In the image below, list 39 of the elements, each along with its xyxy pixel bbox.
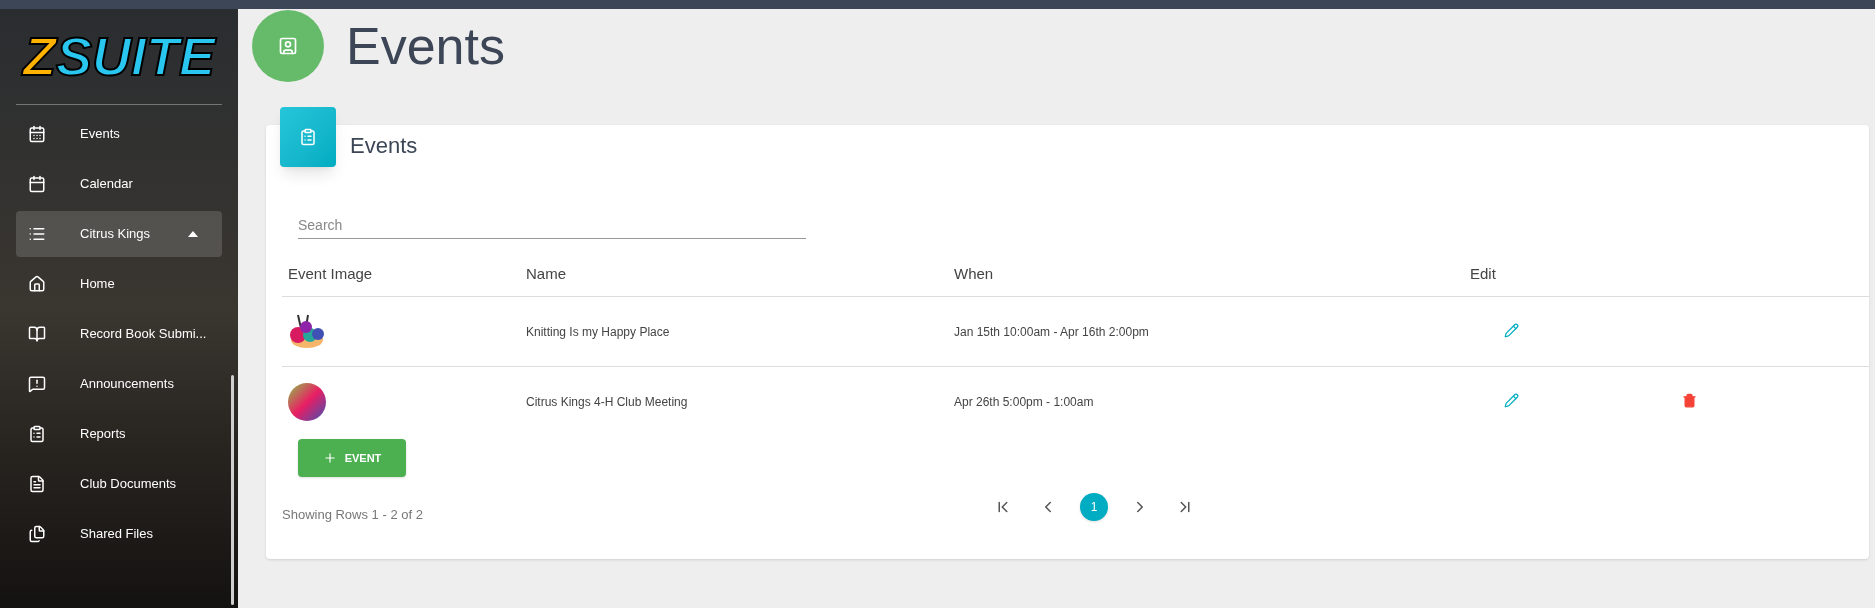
- table-cell-text: Apr 26th 5:00pm - 1:00am: [953, 394, 1095, 411]
- nav-icon: [28, 175, 46, 193]
- table-cell-text: Knitting Is my Happy Place: [525, 323, 671, 341]
- edit-button[interactable]: [1502, 391, 1521, 410]
- sidebar-item[interactable]: Calendar: [16, 161, 222, 207]
- nav-icon: [28, 225, 46, 243]
- column-header: When: [953, 264, 995, 285]
- sidebar-item[interactable]: Announcements: [16, 361, 222, 407]
- table-cell-text: Jan 15th 10:00am - Apr 16th 2:00pm: [953, 323, 1150, 341]
- nav-icon: [28, 475, 46, 493]
- column-header: Event Image: [287, 264, 374, 285]
- page-title: Events: [346, 16, 505, 77]
- sidebar-item[interactable]: Record Book Submi...: [16, 311, 222, 357]
- sidebar-item[interactable]: Club Documents: [16, 461, 222, 507]
- sidebar-item[interactable]: Events: [16, 111, 222, 157]
- nav-icon: [28, 125, 46, 143]
- table-cell-text: Citrus Kings 4-H Club Meeting: [525, 394, 689, 411]
- sidebar-item[interactable]: Citrus Kings: [16, 211, 222, 257]
- nav-icon: [28, 325, 46, 343]
- contact-icon: [278, 36, 298, 56]
- scrollbar[interactable]: [231, 375, 234, 605]
- nav-icon: [28, 275, 46, 293]
- yarn-drawing: [288, 312, 326, 351]
- nav-icon: [28, 525, 46, 543]
- abstract-image: [288, 383, 326, 421]
- rows-count: Showing Rows 1 - 2 of 2: [282, 506, 423, 524]
- card-title: Events: [350, 132, 418, 160]
- column-header: Name: [525, 264, 567, 285]
- nav-icon: [28, 375, 46, 393]
- search-field[interactable]: Search: [298, 211, 806, 239]
- column-header: Edit: [1469, 264, 1497, 285]
- sidebar-item[interactable]: Shared Files: [16, 511, 222, 557]
- logo: ZSUITE: [16, 9, 222, 105]
- sidebar-item[interactable]: Home: [16, 261, 222, 307]
- plus-icon: [322, 451, 337, 465]
- clipboard-icon: [299, 128, 317, 146]
- nav-icon: [28, 425, 46, 443]
- delete-button[interactable]: [1680, 391, 1699, 410]
- sidebar-item[interactable]: Reports: [16, 411, 222, 457]
